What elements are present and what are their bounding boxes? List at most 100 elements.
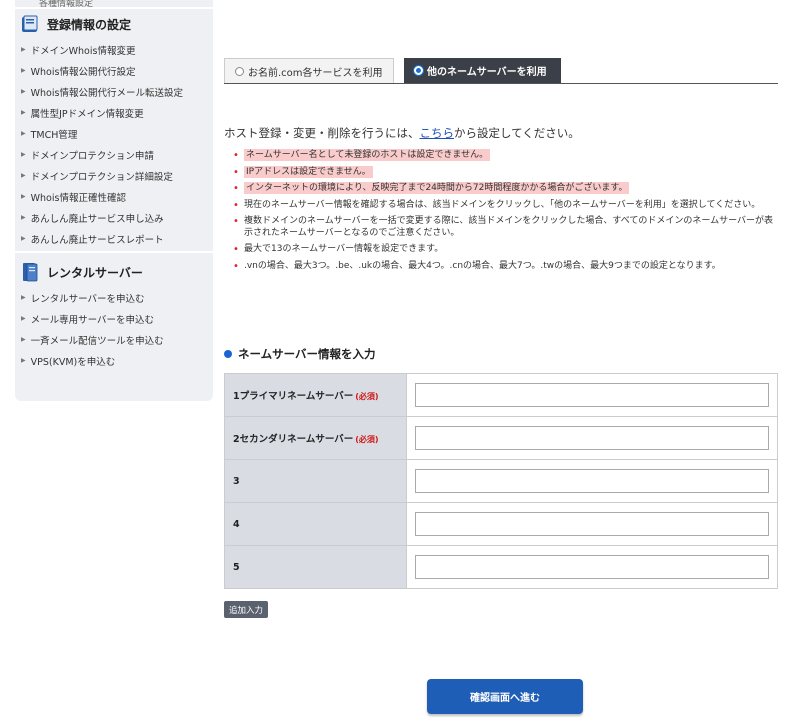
nameserver-5-input[interactable] <box>415 555 769 579</box>
sidebar-item-whois-change[interactable]: ▶ ドメインWhois情報変更 <box>15 39 213 60</box>
required-badge: (必須) <box>355 392 379 401</box>
sidebar-item-label: 一斉メール配信ツールを申込む <box>30 335 164 347</box>
note-text: 複数ドメインのネームサーバーを一括で変更する際に、該当ドメインをクリックした場合… <box>244 216 774 238</box>
row-value-cell <box>406 502 778 546</box>
note-text: .vnの場合、最大3つ。.be、.ukの場合、最大4つ。.cnの場合、最大7つ。… <box>244 260 721 271</box>
sidebar-item-label: 属性型JPドメイン情報変更 <box>30 108 144 120</box>
arrow-right-icon: ▶ <box>21 109 26 116</box>
sidebar-section-registration: 登録情報の設定 <box>15 9 213 39</box>
note-text-highlighted: IPアドレスは設定できません。 <box>244 165 373 178</box>
sidebar-item-vps[interactable]: ▶ VPS(KVM)を申込む <box>15 350 213 371</box>
row-label: 3 <box>224 459 407 503</box>
arrow-right-icon: ▶ <box>21 88 26 95</box>
row-label: 5 <box>224 545 407 589</box>
tab-label: 他のネームサーバーを利用 <box>427 67 547 78</box>
row-label-text: 2セカンダリネームサーバー <box>233 434 354 445</box>
sidebar-item-anshin-report[interactable]: ▶ あんしん廃止サービスレポート <box>15 228 213 249</box>
table-row: 5 <box>224 545 778 589</box>
arrow-right-icon: ▶ <box>21 336 26 343</box>
sidebar-item-label: ドメインWhois情報変更 <box>30 45 136 57</box>
arrow-right-icon: ▶ <box>21 235 26 242</box>
secondary-nameserver-input[interactable] <box>415 426 769 450</box>
row-value-cell <box>406 373 778 417</box>
note-item: 現在のネームサーバー情報を確認する場合は、該当ドメインをクリックし、「他のネーム… <box>232 200 780 212</box>
arrow-right-icon: ▶ <box>21 172 26 179</box>
nameserver-tabs: お名前.com各サービスを利用 他のネームサーバーを利用 <box>224 58 778 84</box>
table-row: 1プライマリネームサーバー (必須) <box>224 373 778 417</box>
nameserver-input-table: 1プライマリネームサーバー (必須) 2セカンダリネームサーバー (必須) 3 4 … <box>224 373 778 589</box>
add-input-button[interactable]: 追加入力 <box>224 601 269 618</box>
sidebar-item-tmch[interactable]: ▶ TMCH管理 <box>15 123 213 144</box>
sidebar-item-jp-domain[interactable]: ▶ 属性型JPドメイン情報変更 <box>15 102 213 123</box>
sidebar-item-label: あんしん廃止サービス申し込み <box>30 213 164 225</box>
sidebar-divider <box>15 251 213 253</box>
radio-unchecked-icon[interactable] <box>235 66 244 76</box>
note-item: 複数ドメインのネームサーバーを一括で変更する際に、該当ドメインをクリックした場合… <box>232 216 780 239</box>
sidebar-item-label: VPS(KVM)を申込む <box>30 356 116 368</box>
table-row: 2セカンダリネームサーバー (必須) <box>224 416 778 460</box>
table-row: 3 <box>224 459 778 503</box>
note-item: .vnの場合、最大3つ。.be、.ukの場合、最大4つ。.cnの場合、最大7つ。… <box>232 261 780 273</box>
row-label: 2セカンダリネームサーバー (必須) <box>224 416 407 460</box>
arrow-right-icon: ▶ <box>21 130 26 137</box>
row-value-cell <box>406 416 778 460</box>
section-title: ネームサーバー情報を入力 <box>224 346 376 362</box>
sidebar-item-mail-server[interactable]: ▶ メール専用サーバーを申込む <box>15 308 213 329</box>
required-badge: (必須) <box>355 435 379 444</box>
sidebar-cutoff-label[interactable]: 各種情報設定 <box>39 0 93 7</box>
nameserver-3-input[interactable] <box>415 469 769 493</box>
sidebar-item-label: ドメインプロテクション申請 <box>30 150 154 162</box>
arrow-right-icon: ▶ <box>21 193 26 200</box>
sidebar-item-label: Whois情報公開代行メール転送設定 <box>30 87 183 99</box>
sidebar: 各種情報設定 登録情報の設定 ▶ ドメインWhois情報変更 ▶ Whois情報公開… <box>15 0 213 401</box>
confirm-button[interactable]: 確認画面へ進む <box>427 679 583 714</box>
arrow-right-icon: ▶ <box>21 357 26 364</box>
note-text-highlighted: インターネットの環境により、反映完了まで24時間から72時間程度かかる場合がござ… <box>244 182 630 194</box>
arrow-right-icon: ▶ <box>21 46 26 53</box>
sidebar-item-label: Whois情報正確性確認 <box>30 192 126 204</box>
arrow-right-icon: ▶ <box>21 214 26 221</box>
sidebar-list-rental-server: ▶ レンタルサーバーを申込む ▶ メール専用サーバーを申込む ▶ 一斉メール配信ツール… <box>15 287 213 371</box>
note-item: ネームサーバー名として未登録のホストは設定できません。 <box>232 149 780 162</box>
row-label: 1プライマリネームサーバー (必須) <box>224 373 407 417</box>
tab-onamae-services[interactable]: お名前.com各サービスを利用 <box>224 58 394 83</box>
sidebar-item-label: レンタルサーバーを申込む <box>30 293 145 305</box>
tab-other-nameserver[interactable]: 他のネームサーバーを利用 <box>404 58 561 83</box>
sidebar-list-registration: ▶ ドメインWhois情報変更 ▶ Whois情報公開代行設定 ▶ Whois情報公開… <box>15 39 213 249</box>
arrow-right-icon: ▶ <box>21 294 26 301</box>
sidebar-item-whois-proxy-mail[interactable]: ▶ Whois情報公開代行メール転送設定 <box>15 81 213 102</box>
intro-text: ホスト登録・変更・削除を行うには、 <box>224 126 420 140</box>
note-text: 最大で13のネームサーバー情報を設定できます。 <box>244 244 444 254</box>
sidebar-item-label: あんしん廃止サービスレポート <box>30 234 164 246</box>
primary-nameserver-input[interactable] <box>415 383 769 407</box>
sidebar-section-title: 登録情報の設定 <box>47 17 132 32</box>
sidebar-cutoff: 各種情報設定 <box>15 0 213 9</box>
book-icon <box>22 15 38 32</box>
sidebar-item-protection-detail[interactable]: ▶ ドメインプロテクション詳細設定 <box>15 165 213 186</box>
note-text-highlighted: ネームサーバー名として未登録のホストは設定できません。 <box>244 149 491 161</box>
row-label-text: 5 <box>233 561 240 573</box>
sidebar-section-rental-server: レンタルサーバー <box>15 257 213 287</box>
sidebar-item-label: Whois情報公開代行設定 <box>30 66 136 78</box>
note-item: 最大で13のネームサーバー情報を設定できます。 <box>232 244 780 256</box>
arrow-right-icon: ▶ <box>21 315 26 322</box>
sidebar-section-title: レンタルサーバー <box>47 265 143 280</box>
server-icon <box>23 263 38 282</box>
radio-checked-icon[interactable] <box>414 66 423 75</box>
sidebar-item-whois-accuracy[interactable]: ▶ Whois情報正確性確認 <box>15 186 213 207</box>
host-settings-link[interactable]: こちら <box>420 126 455 140</box>
sidebar-item-mail-tool[interactable]: ▶ 一斉メール配信ツールを申込む <box>15 329 213 350</box>
sidebar-item-protection-apply[interactable]: ▶ ドメインプロテクション申請 <box>15 144 213 165</box>
row-label-text: 4 <box>233 518 240 530</box>
sidebar-item-whois-proxy[interactable]: ▶ Whois情報公開代行設定 <box>15 60 213 81</box>
sidebar-item-rental-server[interactable]: ▶ レンタルサーバーを申込む <box>15 287 213 308</box>
note-item: IPアドレスは設定できません。 <box>232 165 780 179</box>
note-item: インターネットの環境により、反映完了まで24時間から72時間程度かかる場合がござ… <box>232 182 780 195</box>
sidebar-item-label: ドメインプロテクション詳細設定 <box>30 171 173 183</box>
section-title-text: ネームサーバー情報を入力 <box>238 347 376 361</box>
nameserver-4-input[interactable] <box>415 512 769 536</box>
sidebar-item-anshin-apply[interactable]: ▶ あんしん廃止サービス申し込み <box>15 207 213 228</box>
arrow-right-icon: ▶ <box>21 151 26 158</box>
note-text: 現在のネームサーバー情報を確認する場合は、該当ドメインをクリックし、「他のネーム… <box>244 199 761 210</box>
row-label: 4 <box>224 502 407 546</box>
